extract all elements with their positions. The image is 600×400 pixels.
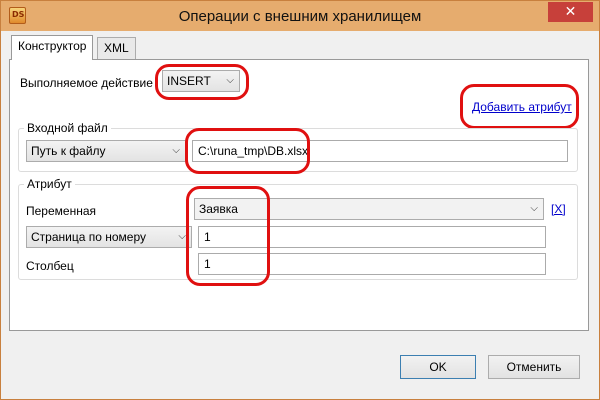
cancel-button[interactable]: Отменить	[488, 355, 580, 379]
page-mode-select[interactable]: Страница по номеру ⌵	[26, 226, 192, 248]
tab-constructor-label: Конструктор	[18, 39, 87, 53]
ok-button[interactable]: OK	[400, 355, 476, 379]
chevron-down-icon: ⌵	[178, 231, 186, 242]
chevron-down-icon: ⌵	[172, 145, 180, 156]
input-file-group-title: Входной файл	[24, 121, 111, 135]
attribute-group-title: Атрибут	[24, 177, 75, 191]
window-title: Операции с внешним хранилищем	[178, 8, 422, 25]
page-number-input[interactable]: 1	[198, 226, 546, 248]
column-input[interactable]: 1	[198, 253, 546, 275]
file-path-input[interactable]: C:\runa_tmp\DB.xlsx	[192, 140, 568, 162]
action-select[interactable]: INSERT ⌵	[162, 70, 240, 92]
tab-panel: Выполняемое действие INSERT ⌵ Добавить а…	[9, 59, 589, 331]
close-icon: ✕	[564, 3, 577, 19]
variable-select[interactable]: Заявка ⌵	[194, 198, 544, 220]
action-label: Выполняемое действие	[20, 76, 153, 90]
page-mode-select-value: Страница по номеру	[31, 230, 146, 244]
action-select-value: INSERT	[167, 74, 211, 88]
chevron-down-icon: ⌵	[226, 75, 234, 86]
file-mode-select-value: Путь к файлу	[31, 144, 106, 158]
dialog-window: DS Операции с внешним хранилищем ✕ Конст…	[0, 0, 600, 400]
variable-select-value: Заявка	[199, 202, 238, 216]
tab-xml[interactable]: XML	[97, 37, 136, 59]
file-mode-select[interactable]: Путь к файлу ⌵	[26, 140, 186, 162]
add-attribute-link[interactable]: Добавить атрибут	[472, 100, 572, 114]
remove-attribute-link[interactable]: [X]	[551, 202, 566, 216]
close-button[interactable]: ✕	[548, 2, 593, 22]
chevron-down-icon: ⌵	[530, 203, 538, 214]
title-bar[interactable]: DS Операции с внешним хранилищем ✕	[1, 1, 599, 31]
variable-label: Переменная	[26, 204, 96, 218]
tab-xml-label: XML	[104, 41, 129, 55]
tab-constructor[interactable]: Конструктор	[11, 35, 94, 60]
column-label: Столбец	[26, 259, 74, 273]
